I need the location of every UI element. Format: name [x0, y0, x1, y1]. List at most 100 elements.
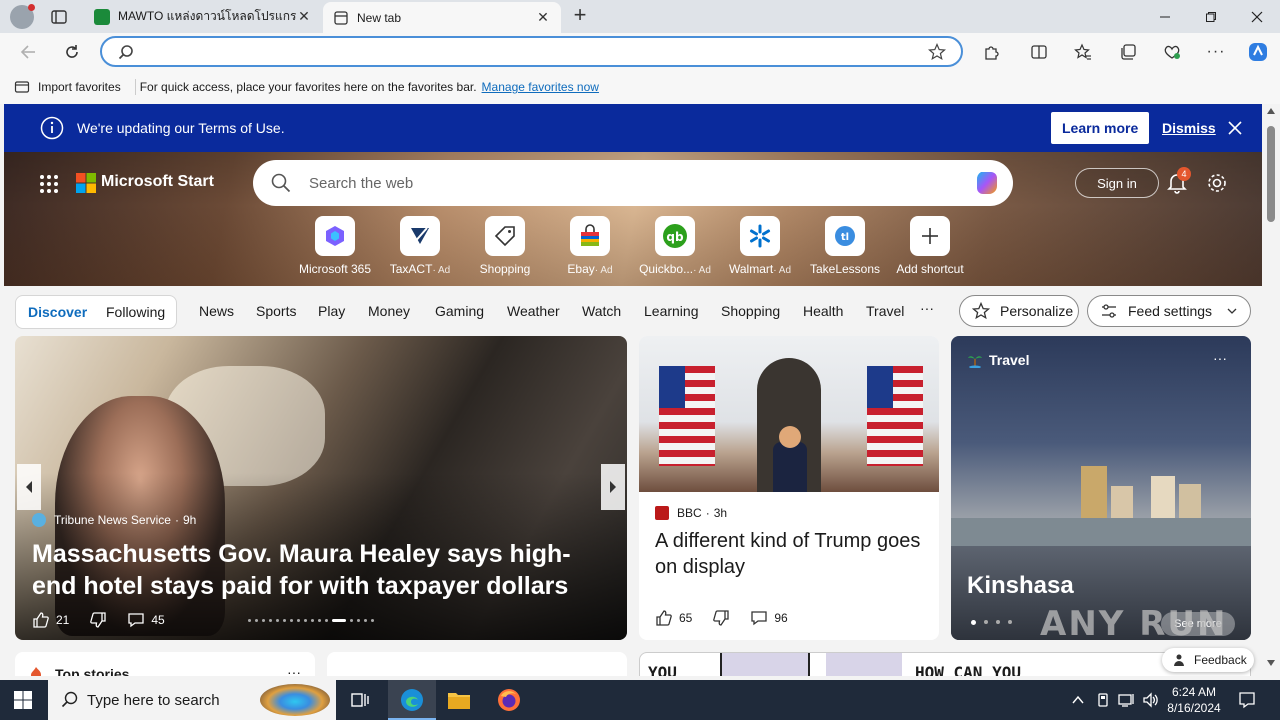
main-story-card[interactable]: Tribune News Service · 9h Massachusetts …: [15, 336, 627, 640]
scroll-up-icon[interactable]: [1267, 108, 1275, 114]
nav-play[interactable]: Play: [318, 303, 345, 319]
carousel-dot[interactable]: [357, 619, 360, 622]
carousel-dot[interactable]: [325, 619, 328, 622]
settings-more-icon[interactable]: ···: [1201, 37, 1231, 67]
nav-news[interactable]: News: [199, 303, 234, 319]
taskbar-clock[interactable]: 6:24 AM 8/16/2024: [1166, 684, 1222, 716]
like-icon[interactable]: [655, 609, 673, 627]
file-explorer-icon[interactable]: [447, 689, 471, 711]
quick-link-takelessons[interactable]: tl TakeLessons: [805, 216, 885, 276]
new-tab-plus-icon[interactable]: +: [568, 4, 592, 28]
page-settings-gear-icon[interactable]: [1206, 172, 1228, 194]
carousel-dot[interactable]: [276, 619, 279, 622]
scroll-thumb[interactable]: [1267, 126, 1275, 222]
travel-card[interactable]: Travel ··· Kinshasa See more: [951, 336, 1251, 640]
see-more-button[interactable]: See more: [1161, 612, 1235, 636]
browser-essentials-icon[interactable]: [1157, 37, 1187, 67]
address-bar[interactable]: [100, 36, 963, 67]
carousel-dot[interactable]: [364, 619, 367, 622]
dislike-icon[interactable]: [712, 609, 730, 627]
quick-link-taxact[interactable]: TaxACT· Ad: [380, 216, 460, 276]
card-more-options-icon[interactable]: ···: [287, 664, 301, 676]
tab-new-tab[interactable]: New tab ✕: [323, 2, 561, 33]
learn-more-button[interactable]: Learn more: [1051, 112, 1150, 144]
taskbar-edge-button[interactable]: [388, 680, 436, 720]
carousel-dot-active[interactable]: [332, 619, 346, 622]
quick-link-microsoft365[interactable]: Microsoft 365: [295, 216, 375, 276]
carousel-dot[interactable]: [290, 619, 293, 622]
manage-favorites-link[interactable]: Manage favorites now: [482, 80, 599, 94]
carousel-next-icon[interactable]: [601, 464, 625, 510]
vertical-scrollbar[interactable]: [1262, 104, 1280, 676]
dislike-icon[interactable]: [89, 611, 107, 629]
tab-discover[interactable]: Discover: [28, 304, 87, 320]
carousel-dot[interactable]: [371, 619, 374, 622]
web-search-input[interactable]: Search the web: [309, 175, 413, 192]
copilot-icon[interactable]: [973, 168, 1003, 198]
nav-gaming[interactable]: Gaming: [435, 303, 484, 319]
bbc-story-card[interactable]: BBC · 3h A different kind of Trump goes …: [639, 336, 939, 640]
back-arrow-icon[interactable]: [13, 37, 43, 67]
taskbar-search-box[interactable]: Type here to search: [48, 680, 336, 720]
minimize-icon[interactable]: [1142, 0, 1188, 33]
usb-device-icon[interactable]: [1095, 692, 1111, 708]
carousel-dot[interactable]: [269, 619, 272, 622]
carousel-dot-active[interactable]: [971, 620, 976, 625]
notification-center-icon[interactable]: [1238, 691, 1256, 709]
carousel-dot[interactable]: [248, 619, 251, 622]
favorites-icon[interactable]: [1068, 37, 1098, 67]
extensions-icon[interactable]: [976, 37, 1006, 67]
carousel-dot[interactable]: [1008, 620, 1012, 624]
close-window-icon[interactable]: [1234, 0, 1280, 33]
collections-icon[interactable]: [1113, 37, 1143, 67]
profile-avatar[interactable]: [10, 4, 35, 29]
tab-mawto[interactable]: MAWTO แหล่งดาวน์โหลดโปรแกรมฟรี ✕: [84, 0, 322, 33]
copilot-icon[interactable]: [1243, 37, 1273, 67]
nav-travel[interactable]: Travel: [866, 303, 904, 319]
feedback-button[interactable]: Feedback: [1162, 648, 1254, 672]
carousel-dot[interactable]: [350, 619, 353, 622]
carousel-dot[interactable]: [996, 620, 1000, 624]
story-card-partial[interactable]: [327, 652, 627, 676]
carousel-dot[interactable]: [984, 620, 988, 624]
nav-money[interactable]: Money: [368, 303, 410, 319]
carousel-dot[interactable]: [297, 619, 300, 622]
web-search-box[interactable]: Search the web: [253, 160, 1013, 206]
favorite-star-icon[interactable]: [928, 43, 946, 61]
dismiss-link[interactable]: Dismiss: [1162, 120, 1216, 136]
carousel-dot[interactable]: [318, 619, 321, 622]
carousel-prev-icon[interactable]: [17, 464, 41, 510]
card-more-options-icon[interactable]: ···: [1213, 350, 1227, 366]
close-tab-icon[interactable]: ✕: [296, 8, 312, 25]
quick-link-walmart[interactable]: Walmart· Ad: [720, 216, 800, 276]
nav-shopping[interactable]: Shopping: [721, 303, 780, 319]
carousel-dot[interactable]: [311, 619, 314, 622]
import-favorites-button[interactable]: Import favorites: [38, 80, 121, 94]
comment-icon[interactable]: [127, 611, 145, 629]
nav-weather[interactable]: Weather: [507, 303, 560, 319]
nav-watch[interactable]: Watch: [582, 303, 621, 319]
main-story-headline[interactable]: Massachusetts Gov. Maura Healey says hig…: [32, 538, 607, 602]
microsoft-start-brand[interactable]: Microsoft Start: [101, 173, 214, 191]
add-shortcut-button[interactable]: Add shortcut: [890, 216, 970, 276]
carousel-dot[interactable]: [262, 619, 265, 622]
comic-card[interactable]: YOU HOW CAN YOU: [639, 652, 1251, 676]
bbc-story-headline[interactable]: A different kind of Trump goes on displa…: [655, 528, 925, 580]
volume-icon[interactable]: [1142, 692, 1160, 708]
carousel-dot[interactable]: [255, 619, 258, 622]
nav-learning[interactable]: Learning: [644, 303, 699, 319]
sign-in-button[interactable]: Sign in: [1075, 168, 1159, 198]
tab-following[interactable]: Following: [106, 304, 165, 320]
network-icon[interactable]: [1118, 692, 1136, 708]
tab-actions-icon[interactable]: [50, 8, 68, 26]
show-hidden-icons-chevron-icon[interactable]: [1071, 693, 1085, 707]
windows-start-icon[interactable]: [14, 691, 32, 709]
personalize-button[interactable]: Personalize: [959, 295, 1079, 327]
carousel-dot[interactable]: [283, 619, 286, 622]
quick-link-quickbooks[interactable]: qb Quickbo...· Ad: [635, 216, 715, 276]
scroll-down-icon[interactable]: [1267, 660, 1275, 666]
firefox-icon[interactable]: [497, 688, 521, 712]
feed-settings-button[interactable]: Feed settings: [1087, 295, 1251, 327]
quick-link-shopping[interactable]: Shopping: [465, 216, 545, 276]
comment-icon[interactable]: [750, 609, 768, 627]
